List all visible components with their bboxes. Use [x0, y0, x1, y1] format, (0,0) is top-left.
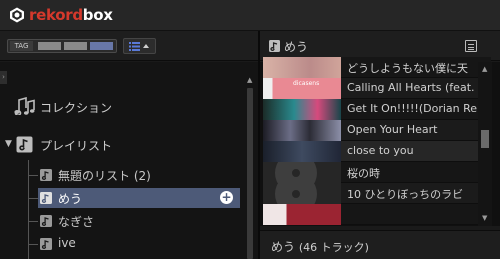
panel-menu-icon[interactable] — [465, 40, 477, 52]
playlist-icon — [40, 215, 52, 227]
playlist-item[interactable]: なぎさ — [38, 211, 240, 231]
footer-track-count: (46 トラック) — [298, 241, 369, 254]
logo-suffix: box — [82, 6, 113, 24]
playlist-icon — [40, 238, 52, 250]
playlist-item[interactable]: 無題のリスト (2) — [38, 165, 240, 185]
track-row[interactable] — [263, 204, 491, 225]
tree-branch-line — [28, 244, 38, 245]
playlists-label[interactable]: プレイリスト — [40, 137, 112, 154]
track-row[interactable]: dicasens Calling All Hearts (feat. Rol — [263, 78, 491, 99]
track-artwork: dicasens — [263, 78, 341, 99]
tree-scroll-thumb[interactable] — [247, 88, 253, 259]
track-artwork — [263, 162, 341, 183]
expand-arrow-icon[interactable]: ▼ — [5, 139, 12, 149]
scroll-up-icon[interactable]: ▲ — [247, 76, 252, 84]
title-bar: rekordbox — [0, 0, 500, 31]
tree-branch-line — [28, 175, 38, 176]
playlist-folder-icon — [16, 136, 33, 153]
track-title: Calling All Hearts (feat. Rol — [347, 81, 487, 94]
collection-icon — [14, 97, 35, 115]
track-title: どうしようもない僕に天 — [347, 62, 468, 75]
scroll-up-icon[interactable]: ▲ — [482, 65, 487, 73]
list-view-button[interactable] — [123, 38, 156, 54]
track-artwork — [263, 183, 341, 204]
track-artwork — [263, 99, 341, 120]
playlist-footer: めう (46 トラック) — [260, 230, 500, 259]
track-title: 桜の時 — [347, 167, 380, 180]
playlist-icon — [40, 192, 52, 204]
track-list-scroll-thumb[interactable] — [481, 130, 489, 148]
footer-summary: めう (46 トラック) — [271, 238, 369, 255]
track-title: 10 ひとりぼっちのラビ — [347, 188, 464, 201]
playlist-label: 無題のリスト (2) — [58, 169, 151, 183]
tree-branch-line — [28, 221, 38, 222]
tag-label: TAG — [10, 41, 33, 51]
add-plus-icon[interactable]: + — [220, 191, 233, 204]
track-artwork — [263, 141, 341, 162]
track-row[interactable]: どうしようもない僕に天 — [263, 57, 491, 78]
track-row[interactable]: close to you — [263, 141, 491, 162]
playlist-icon — [269, 40, 280, 52]
track-artwork — [263, 204, 341, 225]
track-row[interactable]: 桜の時 — [263, 162, 491, 183]
tag-filter[interactable]: TAG — [7, 39, 117, 53]
rekordbox-logo-icon — [10, 7, 24, 23]
playlist-label: ive — [58, 236, 76, 250]
tree-branch-line — [28, 198, 38, 199]
tag-swatch-3[interactable] — [90, 42, 113, 50]
track-artwork — [263, 57, 341, 78]
tag-swatch-2[interactable] — [64, 42, 87, 50]
playlist-label: なぎさ — [58, 215, 95, 229]
playlist-icon — [40, 169, 52, 181]
track-list: どうしようもない僕に天 dicasens Calling All Hearts … — [260, 57, 500, 226]
list-view-icon — [129, 42, 149, 51]
track-artwork — [263, 120, 341, 141]
playlist-panel-title: めう — [284, 40, 309, 54]
playlist-item-selected[interactable]: めう + — [38, 188, 240, 208]
playlist-item[interactable]: ive — [38, 234, 240, 254]
track-title: Open Your Heart — [347, 123, 438, 136]
track-title: Get It On!!!!!(Dorian Remix) — [347, 102, 487, 115]
logo-prefix: rekord — [29, 6, 83, 24]
browser-toolbar: TAG — [0, 31, 258, 61]
footer-playlist-name: めう — [271, 240, 296, 254]
tag-swatch-1[interactable] — [38, 42, 61, 50]
collapse-panel-button[interactable]: › — [0, 71, 7, 84]
track-row[interactable]: Open Your Heart — [263, 120, 491, 141]
collection-label[interactable]: コレクション — [40, 99, 112, 116]
app-logo-text: rekordbox — [29, 6, 113, 24]
playlist-label: めう — [58, 192, 83, 206]
track-row[interactable]: Get It On!!!!!(Dorian Remix) — [263, 99, 491, 120]
scroll-down-icon[interactable]: ▼ — [482, 214, 487, 222]
track-title: close to you — [347, 144, 414, 157]
track-row[interactable]: 10 ひとりぼっちのラビ — [263, 183, 491, 204]
